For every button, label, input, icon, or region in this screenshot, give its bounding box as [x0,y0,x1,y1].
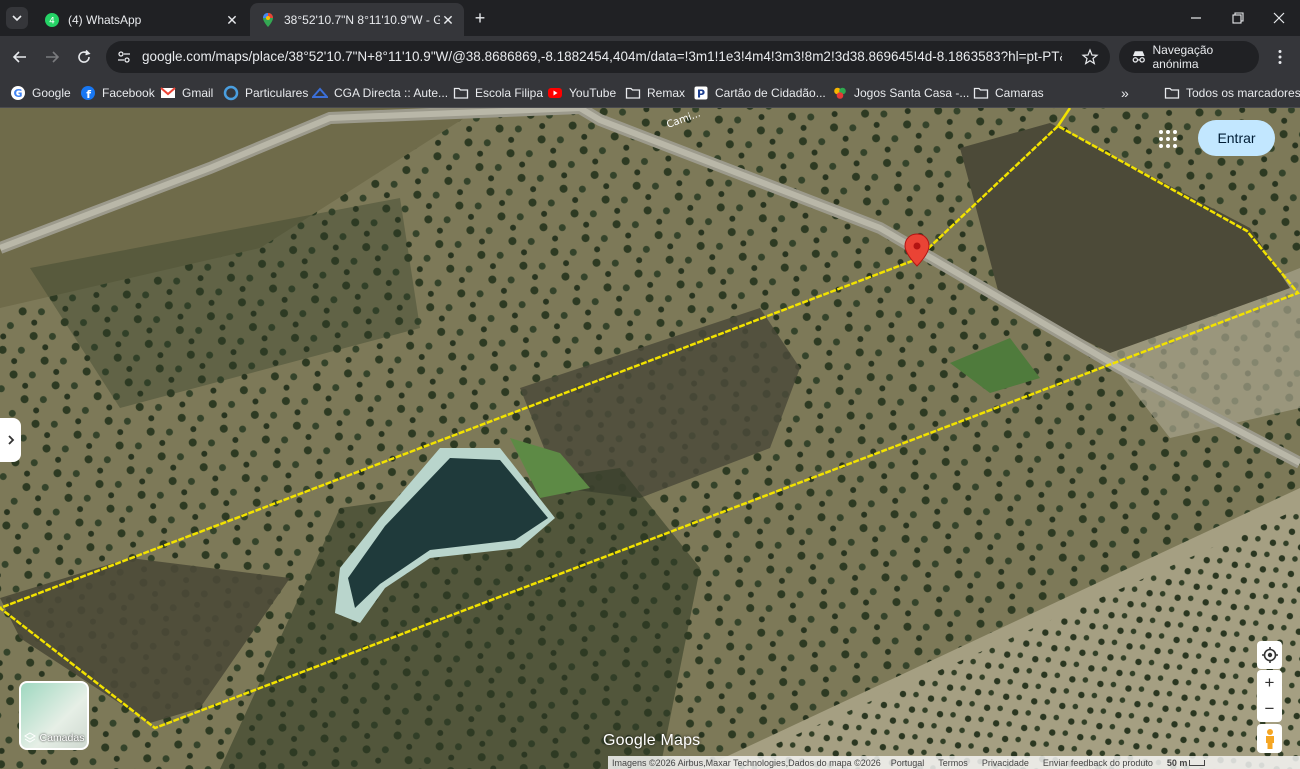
cga-icon [312,87,328,98]
bookmarks-bar: G Google f Facebook Gmail Particulares C… [0,78,1300,108]
tab-title: (4) WhatsApp [68,12,142,27]
tab-google-maps[interactable]: 38°52'10.7"N 8°11'10.9"W - Goo ✕ [250,3,464,36]
imagery-attribution: Imagens ©2026 Airbus,Maxar Technologies,… [612,757,881,768]
incognito-icon [1132,51,1145,63]
tab-whatsapp[interactable]: 4 (4) WhatsApp ✕ [34,3,248,36]
scale-label: 50 m [1166,757,1188,768]
bookmark-facebook[interactable]: f Facebook [80,83,155,103]
google-maps-logo: Google Maps [603,732,701,749]
country-link[interactable]: Portugal [891,758,925,768]
restore-icon[interactable] [1229,9,1247,27]
browser-toolbar: google.com/maps/place/38°52'10.7"N+8°11'… [0,36,1300,78]
layers-label: Camadas [39,732,85,744]
whatsapp-icon: 4 [45,12,59,27]
close-tab-icon[interactable]: ✕ [440,12,456,28]
bookmark-label: Camaras [995,86,1044,100]
chevron-double-right-icon: » [1121,85,1129,101]
site-info-icon[interactable] [116,49,132,65]
bookmark-label: Todos os marcadores [1186,86,1300,100]
bookmark-gmail[interactable]: Gmail [160,83,213,103]
bookmark-camaras[interactable]: Camaras [973,83,1044,103]
maps-pin-icon [263,12,273,27]
svg-text:P: P [697,88,705,101]
sign-in-button[interactable]: Entrar [1198,120,1275,156]
folder-icon [625,87,641,99]
folder-icon [1164,87,1180,99]
cartao-icon: P [694,86,708,101]
bookmark-label: Cartão de Cidadão... [715,86,826,100]
tab-title: 38°52'10.7"N 8°11'10.9"W - Goo [284,12,440,27]
layers-button[interactable]: Camadas [19,681,89,750]
bookmark-label: Jogos Santa Casa -... [854,86,970,100]
scale-bar[interactable]: 50 m [1167,758,1220,768]
close-window-icon[interactable] [1270,9,1288,27]
google-icon: G [11,86,25,100]
bookmark-jogos-santa-casa[interactable]: Jogos Santa Casa -... [832,83,969,103]
privacy-link[interactable]: Privacidade [982,758,1029,768]
minimize-icon[interactable] [1187,9,1205,27]
tab-strip: 4 (4) WhatsApp ✕ 38°52'10.7"N 8°11'10.9"… [0,0,1300,36]
pegman-button[interactable] [1257,724,1282,753]
apps-grid-icon[interactable] [1157,128,1179,150]
scale-bar-line [1189,759,1206,766]
close-tab-icon[interactable]: ✕ [224,12,240,28]
svg-text:f: f [86,88,91,101]
satellite-map[interactable]: Cami... Entrar Camadas Google Maps + − I… [0,108,1300,769]
my-location-button[interactable] [1257,641,1282,669]
forward-icon[interactable] [42,47,62,67]
bookmarks-overflow[interactable]: » [1121,83,1129,103]
zoom-out-button[interactable]: − [1265,699,1275,719]
incognito-indicator[interactable]: Navegação anónima [1119,41,1259,73]
bookmark-label: Facebook [102,86,155,100]
bookmark-youtube[interactable]: YouTube [547,83,616,103]
bookmark-label: Google [32,86,71,100]
feedback-link[interactable]: Enviar feedback do produto [1043,758,1153,768]
tab-search-button[interactable] [6,7,28,29]
expand-side-panel-button[interactable] [0,418,21,462]
terms-link[interactable]: Termos [938,758,968,768]
map-footer: Imagens ©2026 Airbus,Maxar Technologies,… [608,756,1300,769]
youtube-icon [548,88,562,98]
gmail-icon [160,87,176,98]
more-menu-icon[interactable] [1271,48,1289,66]
layers-icon [23,732,36,743]
facebook-icon: f [81,86,95,101]
jogos-icon [834,87,846,99]
new-tab-button[interactable]: + [470,8,490,28]
bookmark-label: Gmail [182,86,214,100]
chevron-right-icon [7,435,14,445]
satellite-imagery[interactable]: Cami... [0,108,1300,769]
bookmark-label: YouTube [569,86,617,100]
bookmark-google[interactable]: G Google [10,83,71,103]
bookmark-escola-filipa[interactable]: Escola Filipa [453,83,543,103]
particulares-icon [223,85,239,101]
bookmark-label: Particulares [245,86,309,100]
my-location-icon [1261,647,1278,663]
bookmark-label: Remax [647,86,686,100]
bookmark-label: CGA Directa :: Aute... [334,86,449,100]
back-icon[interactable] [10,47,30,67]
bookmark-particulares[interactable]: Particulares [223,83,308,103]
folder-icon [973,87,989,99]
bookmark-label: Escola Filipa [475,86,544,100]
chevron-down-icon [12,15,22,22]
bookmark-star-icon[interactable] [1081,48,1099,66]
bookmark-remax[interactable]: Remax [625,83,685,103]
svg-text:G: G [13,87,22,100]
address-bar[interactable]: google.com/maps/place/38°52'10.7"N+8°11'… [106,41,1110,73]
zoom-in-button[interactable]: + [1265,673,1275,693]
whatsapp-badge: 4 [49,16,55,26]
bookmark-cga[interactable]: CGA Directa :: Aute... [312,83,448,103]
folder-icon [453,87,469,99]
all-bookmarks[interactable]: Todos os marcadores [1164,83,1300,103]
url-text: google.com/maps/place/38°52'10.7"N+8°11'… [142,49,1062,64]
bookmark-cartao-cidadao[interactable]: P Cartão de Cidadão... [693,83,826,103]
pegman-icon [1265,728,1274,749]
reload-icon[interactable] [74,47,94,67]
layers-label-row: Camadas [21,732,87,744]
incognito-label: Navegação anónima [1152,43,1214,71]
zoom-controls: + − [1257,670,1282,722]
